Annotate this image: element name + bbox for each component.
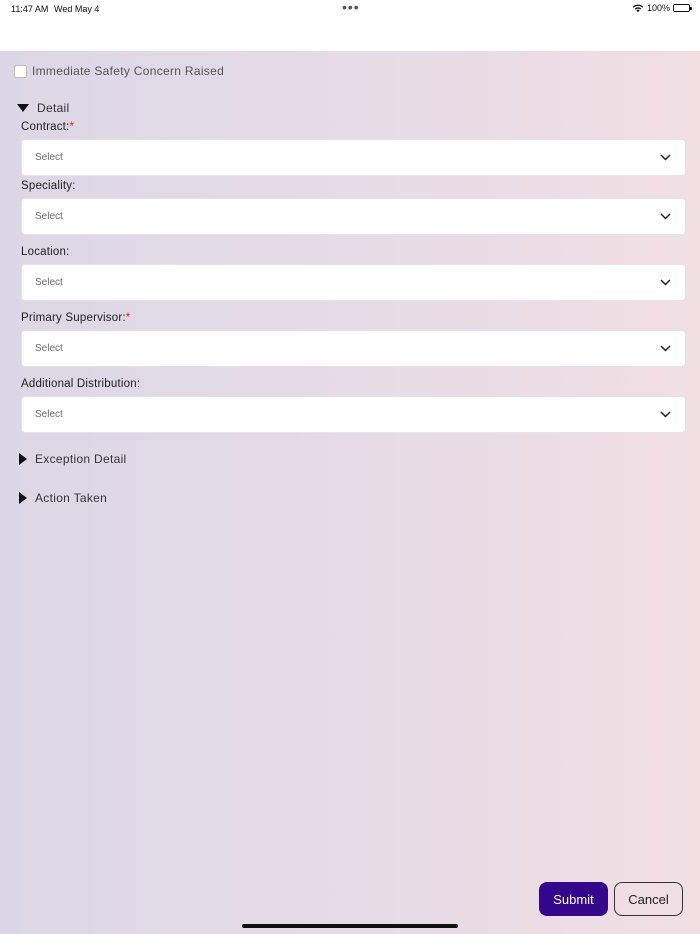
status-date: Wed May 4 [54,4,100,14]
submit-button[interactable]: Submit [539,882,608,916]
safety-concern-label: Immediate Safety Concern Raised [32,64,225,78]
location-label-text: Location: [21,246,70,258]
location-select-value: Select [35,277,63,288]
battery-icon [673,4,692,12]
required-marker: * [125,312,131,324]
multitasking-dots-icon[interactable]: ••• [342,0,360,14]
contract-label: Contract:* [21,121,74,133]
chevron-down-icon [660,213,671,220]
section-exception-detail-toggle[interactable]: Exception Detail [16,452,127,466]
status-time: 11:47 AM [11,4,49,14]
contract-select[interactable]: Select [21,139,686,176]
primary-supervisor-label: Primary Supervisor:* [21,312,130,324]
section-action-taken-label: Action Taken [35,491,108,505]
cancel-button[interactable]: Cancel [614,882,683,916]
contract-label-text: Contract: [21,121,70,133]
speciality-select[interactable]: Select [21,198,686,235]
header-bar [0,18,700,51]
additional-distribution-label: Additional Distribution: [21,378,140,390]
primary-supervisor-label-text: Primary Supervisor: [21,312,126,324]
status-indicators: 100% [632,3,692,13]
speciality-select-value: Select [35,211,63,222]
safety-concern-checkbox[interactable] [14,64,27,78]
battery-percent: 100% [646,3,670,13]
chevron-down-icon [660,345,671,352]
chevron-down-icon [660,411,671,418]
additional-distribution-select[interactable]: Select [21,396,686,433]
primary-supervisor-select[interactable]: Select [21,330,686,367]
safety-concern-row[interactable]: Immediate Safety Concern Raised [14,64,224,78]
section-exception-detail-label: Exception Detail [35,452,127,466]
additional-distribution-select-value: Select [35,409,63,420]
section-action-taken-toggle[interactable]: Action Taken [16,491,107,505]
triangle-down-icon [17,104,29,112]
chevron-down-icon [660,154,671,161]
triangle-right-icon [19,453,27,465]
contract-select-value: Select [35,152,63,163]
speciality-label: Speciality: [21,180,76,192]
form-content: Immediate Safety Concern Raised Detail C… [0,51,700,934]
speciality-label-text: Speciality: [21,180,76,192]
location-select[interactable]: Select [21,264,686,301]
section-detail-toggle[interactable]: Detail [16,101,69,115]
additional-distribution-label-text: Additional Distribution: [21,378,141,390]
required-marker: * [69,121,75,133]
chevron-down-icon [660,279,671,286]
section-detail-label: Detail [37,101,70,115]
triangle-right-icon [19,492,27,504]
status-bar: 11:47 AM Wed May 4 ••• 100% [0,0,700,18]
wifi-icon [632,4,644,13]
home-indicator[interactable] [242,924,458,928]
location-label: Location: [21,246,69,258]
primary-supervisor-select-value: Select [35,343,63,354]
